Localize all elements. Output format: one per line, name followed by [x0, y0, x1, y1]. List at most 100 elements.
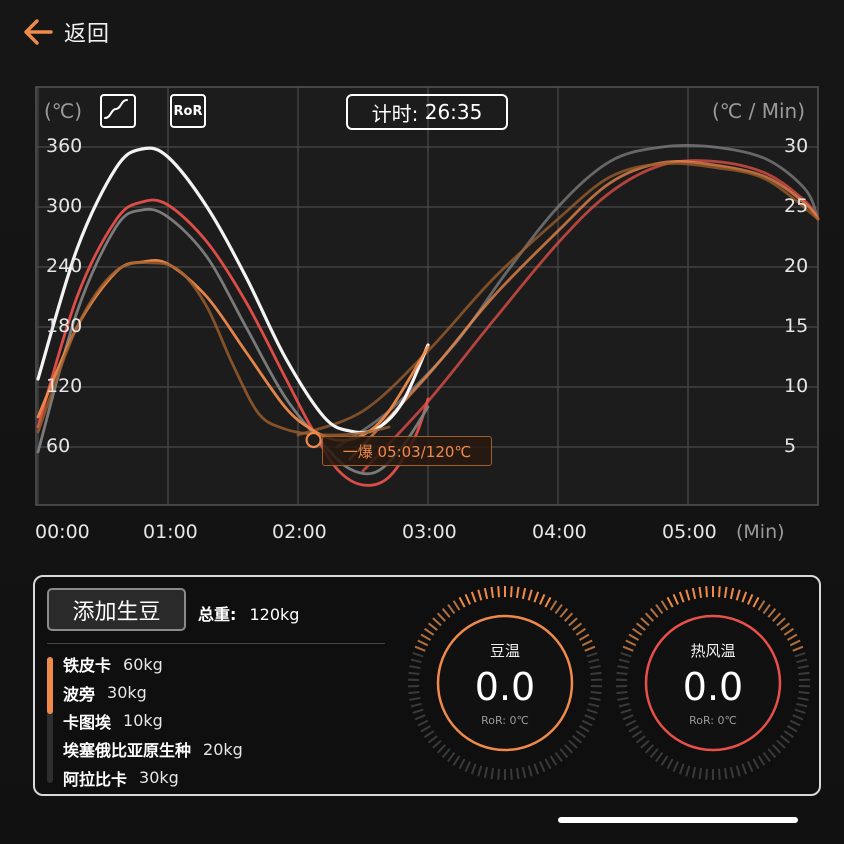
gauge-tick: [490, 768, 495, 780]
ror-toggle-button[interactable]: RoR: [170, 94, 206, 128]
gauge-tick: [635, 622, 646, 631]
gauge-title: 豆温: [489, 642, 520, 660]
gauge-tick: [691, 766, 697, 779]
x-tick: 00:00: [35, 521, 90, 543]
y-right-tick: 10: [784, 375, 809, 397]
gauge-tick: [767, 608, 777, 618]
gauge-tick: [762, 751, 771, 763]
gauge-tick: [640, 739, 650, 749]
gauge-tick: [521, 587, 527, 600]
y-left-tick: 60: [46, 435, 71, 457]
gauge-tick: [794, 708, 806, 714]
gauge-title: 热风温: [690, 642, 736, 660]
gauge-tick: [632, 730, 643, 739]
gauge-tick: [672, 593, 679, 605]
x-tick: 03:00: [402, 521, 457, 543]
gauge-tick: [554, 751, 563, 763]
gauge-tick: [757, 600, 766, 611]
gauge-tick: [452, 600, 461, 611]
y-left-tick: 120: [46, 375, 83, 397]
gauge-tick: [772, 612, 782, 622]
timer-label: 计时:: [371, 101, 419, 126]
gauge-tick: [564, 612, 574, 622]
gauge-tick: [705, 768, 708, 780]
gauge-tick: [564, 744, 574, 754]
gauge-tick: [441, 748, 451, 758]
home-indicator[interactable]: [558, 817, 798, 823]
bean-weight: 60kg: [123, 654, 163, 674]
bean-name: 铁皮卡: [63, 656, 112, 676]
gauge-tick: [464, 761, 471, 773]
gauge-tick: [685, 589, 691, 601]
gauge-tick: [741, 591, 748, 603]
list-item[interactable]: 卡图埃 10kg: [63, 707, 243, 735]
gauge-tick: [678, 591, 685, 603]
gauge-tick: [635, 735, 646, 744]
gauge-tick: [447, 751, 456, 763]
gauge-tick: [632, 627, 643, 636]
list-item[interactable]: 阿拉比卡 30kg: [63, 764, 243, 792]
gauge-tick: [483, 587, 489, 600]
gauge-tick: [586, 708, 598, 714]
gauge-tick: [705, 586, 708, 598]
gauge-tick: [729, 766, 735, 779]
list-item[interactable]: 波旁 30kg: [63, 678, 243, 706]
gauge-tick: [568, 739, 578, 749]
gauge-tick: [783, 730, 794, 739]
gauge-tick: [539, 593, 546, 605]
gauge-tick: [776, 739, 786, 749]
gauge-tick: [575, 730, 586, 739]
gauge-tick: [544, 758, 552, 770]
gauge-tick: [436, 612, 446, 622]
hot-air-temp-gauge: 热风温 0.0 RoR: 0℃: [615, 585, 811, 781]
list-item[interactable]: 埃塞俄比亚原生种 20kg: [63, 735, 243, 763]
gauge-tick: [735, 765, 741, 777]
gauge-value: 0.0: [474, 665, 536, 709]
gauge-tick: [510, 586, 513, 598]
curve-toggle-button[interactable]: [100, 94, 136, 128]
gauge-ror: RoR: 0℃: [689, 714, 737, 727]
y-right-tick: 25: [784, 195, 809, 217]
gauge-tick: [780, 735, 791, 744]
gauge-tick: [660, 600, 669, 611]
gauge-tick: [655, 751, 664, 763]
total-weight: 总重: 120kg: [198, 601, 299, 625]
gauge-tick: [640, 617, 650, 627]
bean-panel: 添加生豆 总重: 120kg 铁皮卡 60kg 波旁 30kg 卡图埃 10kg…: [33, 575, 821, 796]
gauge-tick: [780, 622, 791, 631]
arrow-left-icon: [24, 19, 53, 45]
gauge-tick: [718, 586, 721, 598]
list-item[interactable]: 铁皮卡 60kg: [63, 650, 243, 678]
gauge-tick: [549, 600, 558, 611]
curve-icon: [104, 99, 128, 119]
gauge-tick: [515, 586, 520, 598]
y-left-tick: 360: [46, 135, 83, 157]
add-green-beans-button[interactable]: 添加生豆: [47, 588, 186, 631]
roast-curve-chart: (℃) (℃ / Min) RoR 计时: 26:35 360 300 240 …: [0, 80, 844, 560]
gauge-tick: [729, 587, 735, 600]
gauge-tick: [644, 612, 654, 622]
gauge-tick: [698, 768, 703, 780]
gauge-tick: [549, 755, 558, 766]
gauge-tick: [620, 708, 632, 714]
gauge-tick: [441, 608, 451, 618]
bean-list-scrollbar[interactable]: [47, 657, 53, 783]
back-button[interactable]: 返回: [22, 16, 110, 48]
gauge-tick: [447, 603, 456, 615]
gauge-value: 0.0: [682, 665, 744, 709]
x-tick: 04:00: [532, 521, 587, 543]
gauge-tick: [559, 608, 569, 618]
gauge-tick: [572, 735, 583, 744]
gauge-tick: [510, 768, 513, 780]
first-crack-marker[interactable]: [305, 431, 322, 449]
gauge-tick: [515, 768, 520, 780]
y-right-tick: 5: [784, 435, 797, 457]
gauge-tick: [559, 748, 569, 758]
gauge-tick: [424, 730, 435, 739]
gauge-tick: [483, 766, 489, 779]
gauge-ror: RoR: 0℃: [481, 714, 529, 727]
scrollbar-thumb[interactable]: [47, 657, 53, 714]
gauge-tick: [427, 735, 438, 744]
gauge-tick: [432, 617, 442, 627]
gauge-tick: [575, 627, 586, 636]
